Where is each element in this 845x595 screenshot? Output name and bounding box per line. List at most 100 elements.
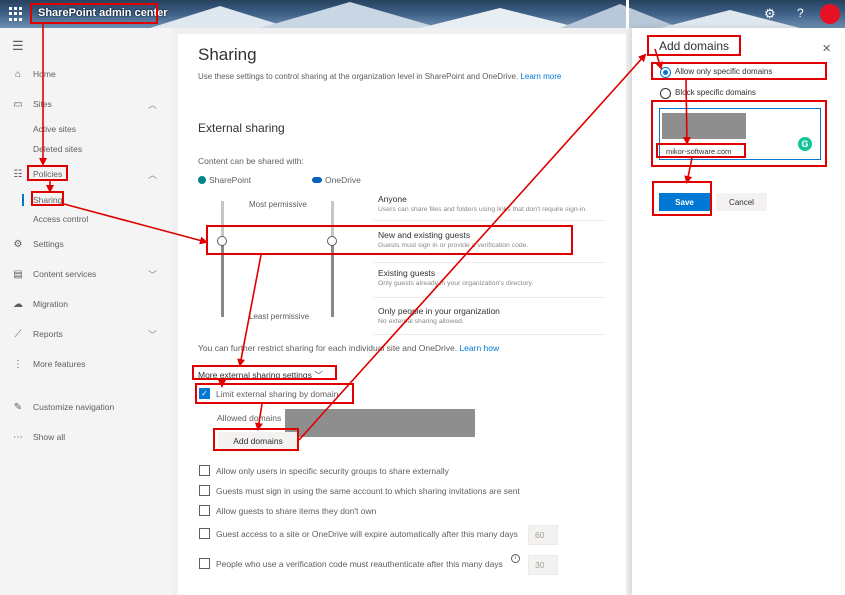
allow-specific-domains-label: Allow only specific domains — [675, 67, 773, 76]
guest-expire-days-input[interactable] — [528, 525, 558, 545]
chevron-down-icon: ﹀ — [148, 329, 158, 340]
nav-item-show-all[interactable]: ⋯ Show all — [0, 428, 172, 446]
limit-by-domain-checkbox[interactable]: ✓ — [199, 388, 210, 399]
app-launcher-icon[interactable] — [9, 7, 23, 21]
page-title: Sharing — [198, 45, 257, 64]
level-existing-guests-title: Existing guests — [378, 268, 436, 278]
security-groups-checkbox[interactable] — [199, 465, 210, 476]
topbar-divider — [626, 0, 629, 28]
same-account-checkbox[interactable] — [199, 485, 210, 496]
nav-item-home[interactable]: ⌂ Home — [0, 65, 172, 83]
page-description: Use these settings to control sharing at… — [198, 72, 561, 81]
block-specific-domains-radio[interactable] — [660, 88, 671, 99]
sharepoint-label: SharePoint — [198, 175, 251, 185]
allow-specific-domains-radio[interactable] — [660, 67, 671, 78]
divider — [373, 220, 605, 221]
top-bar: SharePoint admin center ⚙ ? — [0, 0, 845, 28]
info-icon[interactable]: i — [511, 554, 520, 563]
divider — [373, 334, 605, 335]
guest-expire-label: Guest access to a site or OneDrive will … — [216, 529, 518, 539]
reauthenticate-checkbox[interactable] — [199, 558, 210, 569]
external-sharing-heading: External sharing — [198, 121, 285, 135]
onedrive-icon — [312, 177, 322, 183]
more-external-sharing-settings-toggle[interactable]: More external sharing settings ﹀ — [198, 369, 323, 381]
security-groups-label: Allow only users in specific security gr… — [216, 466, 449, 476]
grammarly-icon[interactable]: G — [798, 137, 812, 151]
nav-item-access-control[interactable]: Access control — [0, 210, 172, 228]
add-domains-panel: Add domains ✕ Allow only specific domain… — [632, 28, 845, 595]
level-org-only-title: Only people in your organization — [378, 306, 500, 316]
nav-item-reports[interactable]: ⟋ Reports ﹀ — [0, 325, 172, 343]
reauthenticate-label: People who use a verification code must … — [216, 559, 503, 569]
level-anyone-desc: Users can share files and folders using … — [378, 206, 588, 213]
onedrive-slider-thumb[interactable] — [327, 236, 337, 246]
close-icon[interactable]: ✕ — [822, 42, 831, 55]
nav-label: Content services — [33, 269, 97, 279]
ellipsis-icon: ⋯ — [13, 431, 23, 443]
left-navigation: ☰ ⌂ Home ▭ Sites ︿ Active sites Deleted … — [0, 28, 172, 595]
nav-item-sites[interactable]: ▭ Sites ︿ — [0, 95, 172, 113]
domains-input[interactable]: mikor-software.com G — [659, 108, 821, 160]
nav-label: Active sites — [33, 124, 76, 134]
panel-title: Add domains — [659, 39, 730, 53]
learn-more-link[interactable]: Learn more — [520, 72, 561, 81]
reauthenticate-days-input[interactable] — [528, 555, 558, 575]
nav-item-more-features[interactable]: ⋮ More features — [0, 355, 172, 373]
sharepoint-slider-fill — [221, 241, 224, 317]
nav-item-deleted-sites[interactable]: Deleted sites — [0, 140, 172, 158]
description-text: Use these settings to control sharing at… — [198, 72, 519, 81]
chevron-up-icon: ︿ — [148, 169, 158, 180]
onedrive-slider-fill — [331, 241, 334, 317]
restrict-text: You can further restrict sharing for eac… — [198, 343, 458, 353]
onedrive-label: OneDrive — [312, 175, 361, 185]
sharepoint-slider-thumb[interactable] — [217, 236, 227, 246]
guests-share-items-label: Allow guests to share items they don't o… — [216, 506, 377, 516]
cancel-button[interactable]: Cancel — [716, 193, 767, 211]
nav-item-customize-navigation[interactable]: ✎ Customize navigation — [0, 398, 172, 416]
more-features-icon: ⋮ — [13, 358, 23, 370]
least-permissive-label: Least permissive — [249, 312, 310, 321]
home-icon: ⌂ — [14, 68, 22, 80]
nav-label: Migration — [33, 299, 68, 309]
level-existing-guests-desc: Only guests already in your organization… — [378, 280, 534, 287]
guests-share-items-checkbox[interactable] — [199, 505, 210, 516]
nav-label: Home — [33, 69, 56, 79]
content-shared-label: Content can be shared with: — [198, 156, 304, 166]
content-services-icon: ▤ — [13, 268, 23, 280]
nav-item-settings[interactable]: ⚙ Settings — [0, 235, 172, 253]
more-settings-label: More external sharing settings — [198, 370, 312, 380]
nav-item-sharing[interactable]: Sharing — [0, 191, 172, 209]
nav-label: Customize navigation — [33, 402, 115, 412]
nav-label: Reports — [33, 329, 63, 339]
help-icon[interactable]: ? — [797, 6, 804, 20]
onedrive-text: OneDrive — [325, 175, 361, 185]
add-domains-button[interactable]: Add domains — [218, 432, 298, 450]
divider — [373, 262, 605, 263]
settings-gear-icon[interactable]: ⚙ — [764, 6, 776, 22]
nav-label: Settings — [33, 239, 64, 249]
learn-how-link[interactable]: Learn how — [459, 343, 499, 353]
sharepoint-icon — [198, 176, 206, 184]
nav-label: Sharing — [33, 195, 63, 205]
nav-item-active-sites[interactable]: Active sites — [0, 120, 172, 138]
nav-item-policies[interactable]: ☷ Policies ︿ — [0, 165, 172, 183]
chevron-down-icon: ﹀ — [148, 269, 158, 280]
nav-item-content-services[interactable]: ▤ Content services ﹀ — [0, 265, 172, 283]
nav-item-migration[interactable]: ☁ Migration — [0, 295, 172, 313]
limit-by-domain-label: Limit external sharing by domain — [216, 389, 339, 399]
redacted-domains — [285, 409, 475, 437]
avatar[interactable] — [820, 4, 840, 24]
level-new-existing-guests-desc: Guests must sign in or provide a verific… — [378, 242, 529, 249]
pencil-icon: ✎ — [13, 401, 23, 413]
policies-icon: ☷ — [13, 168, 23, 180]
app-title[interactable]: SharePoint admin center — [38, 7, 168, 19]
level-anyone-title: Anyone — [378, 194, 407, 204]
guest-expire-checkbox[interactable] — [199, 528, 210, 539]
same-account-label: Guests must sign in using the same accou… — [216, 486, 520, 496]
save-button[interactable]: Save — [659, 193, 710, 211]
nav-label: Access control — [33, 214, 89, 224]
nav-label: More features — [33, 359, 86, 369]
domain-entry: mikor-software.com — [666, 147, 732, 156]
level-new-existing-guests-title: New and existing guests — [378, 230, 471, 240]
hamburger-menu-icon[interactable]: ☰ — [12, 38, 24, 54]
